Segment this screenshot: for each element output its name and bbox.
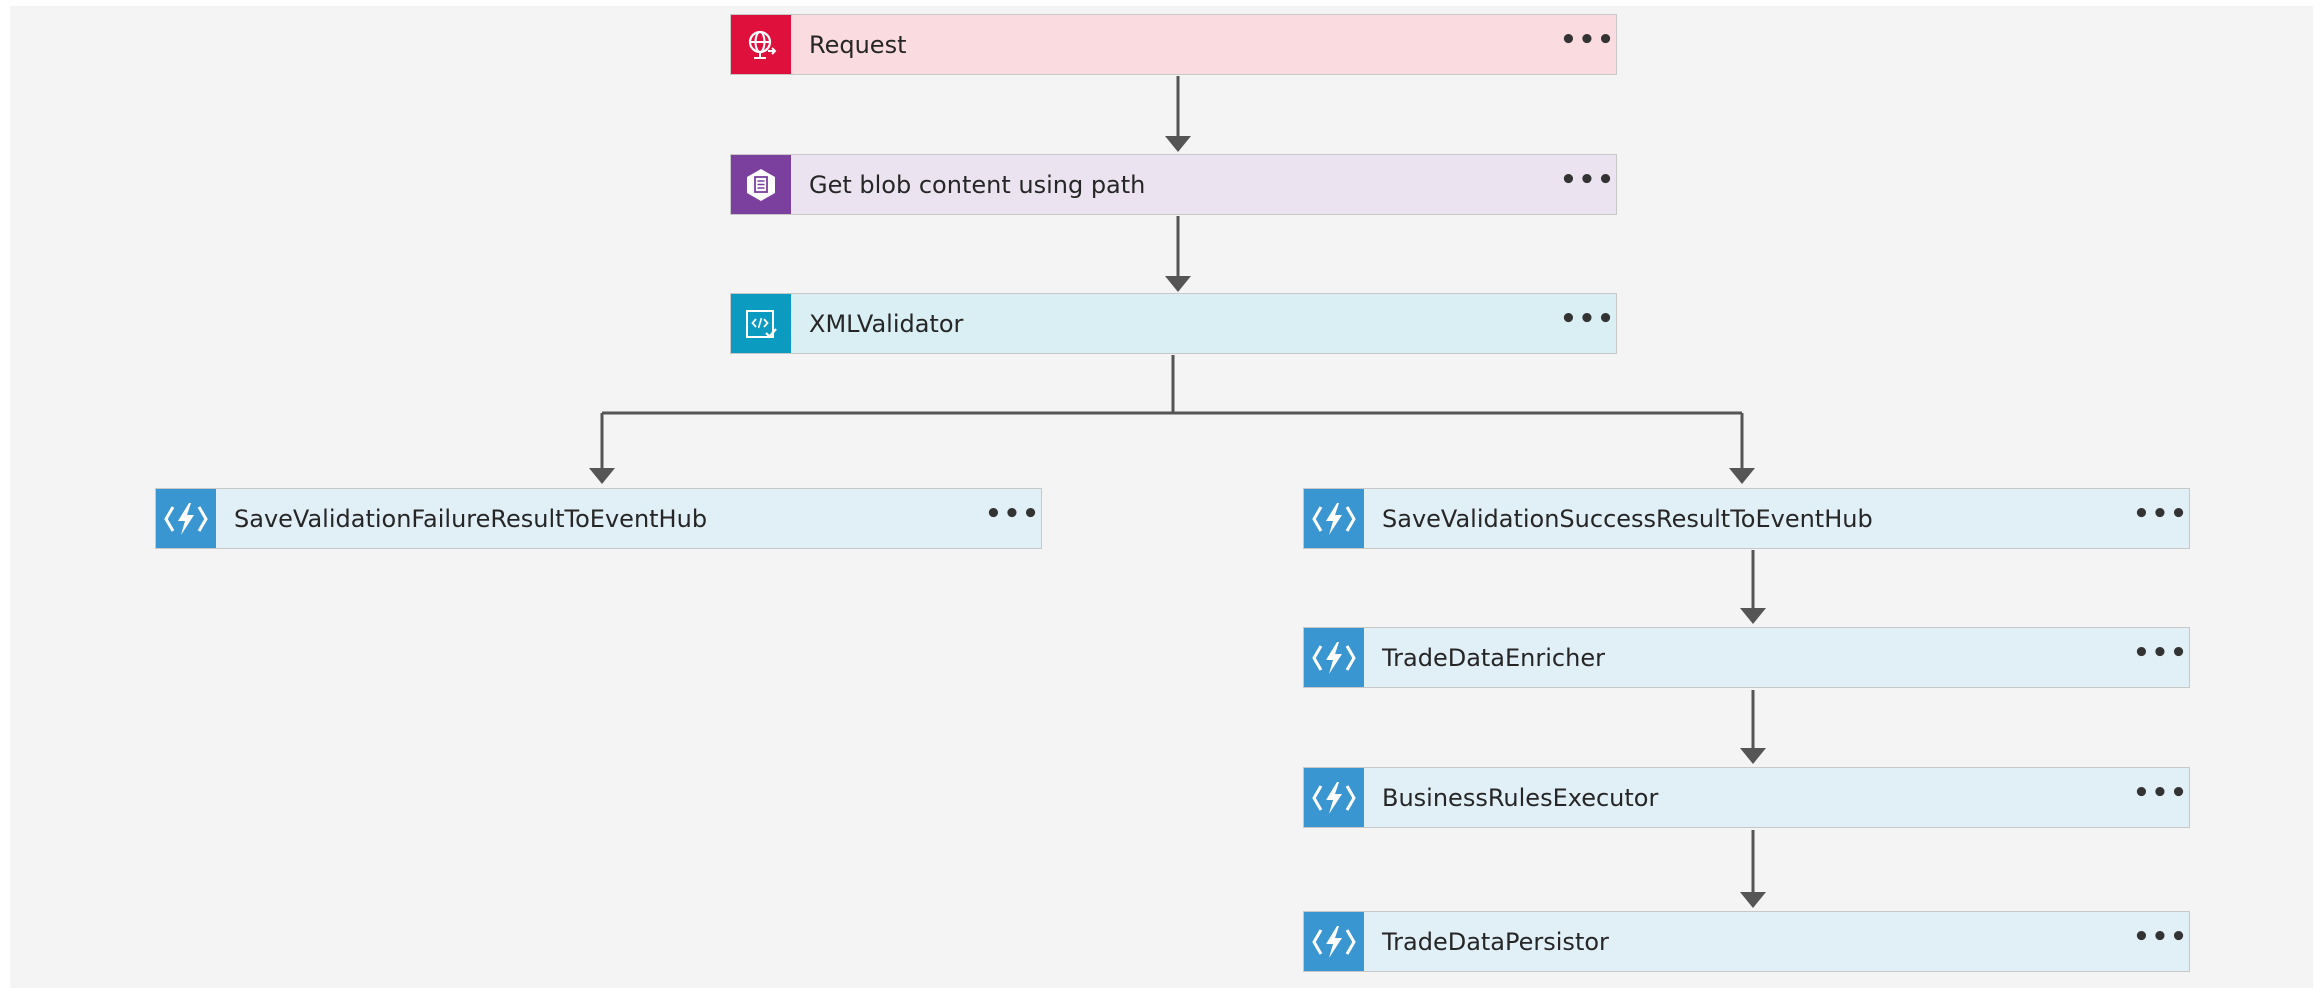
globe-request-icon (748, 30, 777, 59)
step-business-rules-executor[interactable]: BusinessRulesExecutor ••• (1303, 767, 2190, 828)
more-options-button[interactable]: ••• (2133, 924, 2189, 960)
more-options-button[interactable]: ••• (985, 501, 1041, 537)
step-label: BusinessRulesExecutor (1382, 783, 1659, 812)
blob-storage-icon (747, 168, 775, 201)
step-label: XMLValidator (809, 309, 964, 338)
step-label: TradeDataEnricher (1382, 643, 1605, 672)
step-trade-data-enricher[interactable]: TradeDataEnricher ••• (1303, 627, 2190, 688)
azure-function-icon (1312, 925, 1356, 958)
step-label: SaveValidationFailureResultToEventHub (234, 504, 708, 533)
more-options-button[interactable]: ••• (2133, 780, 2189, 816)
step-xml-validator[interactable]: XMLValidator ••• (730, 293, 1617, 354)
azure-function-icon (1312, 781, 1356, 814)
step-label: TradeDataPersistor (1382, 927, 1609, 956)
step-get-blob-content[interactable]: Get blob content using path ••• (730, 154, 1617, 215)
step-label: Get blob content using path (809, 170, 1146, 199)
xml-validate-icon (746, 309, 777, 338)
more-options-button[interactable]: ••• (1560, 167, 1616, 203)
step-label: Request (809, 30, 907, 59)
more-options-button[interactable]: ••• (2133, 501, 2189, 537)
more-options-button[interactable]: ••• (1560, 306, 1616, 342)
function-icon-box (156, 489, 216, 548)
more-options-button[interactable]: ••• (1560, 27, 1616, 63)
function-icon-box (1304, 489, 1364, 548)
step-save-validation-success[interactable]: SaveValidationSuccessResultToEventHub ••… (1303, 488, 2190, 549)
blob-icon-box (731, 155, 791, 214)
azure-function-icon (164, 502, 208, 535)
step-save-validation-failure[interactable]: SaveValidationFailureResultToEventHub ••… (155, 488, 1042, 549)
function-icon-box (1304, 628, 1364, 687)
validator-icon-box (731, 294, 791, 353)
azure-function-icon (1312, 502, 1356, 535)
more-options-button[interactable]: ••• (2133, 640, 2189, 676)
azure-function-icon (1312, 641, 1356, 674)
request-icon-box (731, 15, 791, 74)
step-label: SaveValidationSuccessResultToEventHub (1382, 504, 1873, 533)
function-icon-box (1304, 912, 1364, 971)
step-request[interactable]: Request ••• (730, 14, 1617, 75)
step-trade-data-persistor[interactable]: TradeDataPersistor ••• (1303, 911, 2190, 972)
function-icon-box (1304, 768, 1364, 827)
